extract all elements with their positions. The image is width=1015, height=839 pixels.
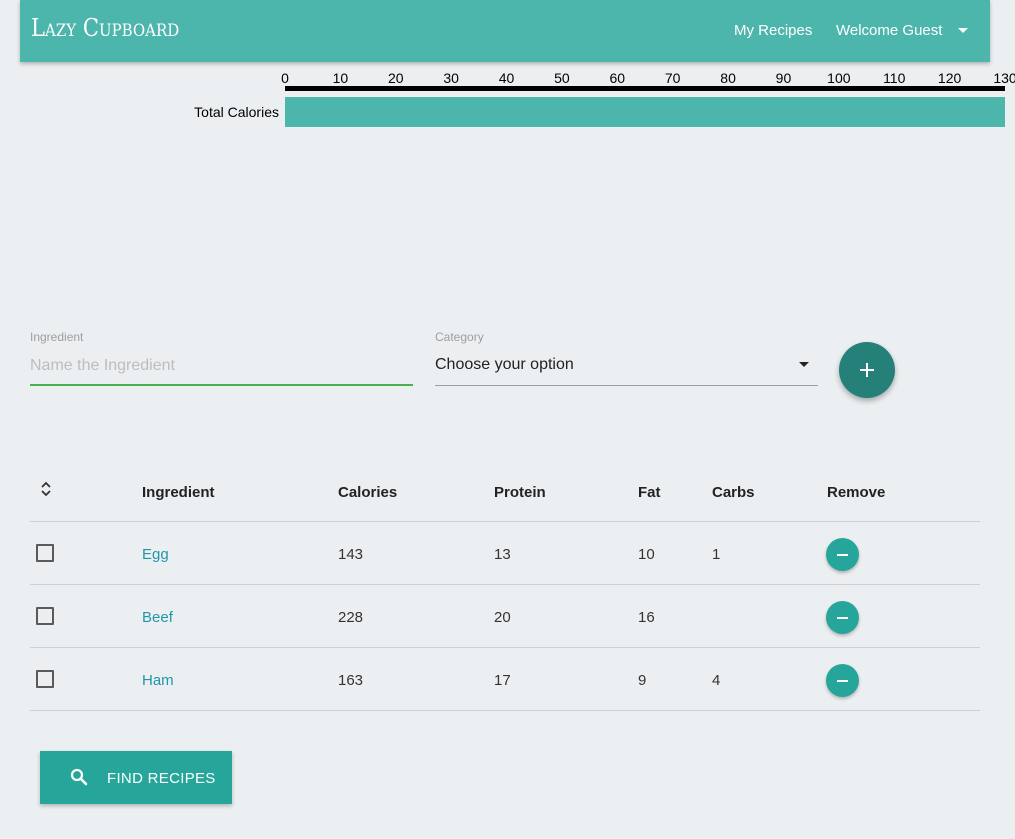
x-tick-label: 90: [776, 70, 792, 86]
row-checkbox[interactable]: [36, 544, 54, 562]
welcome-user-dropdown[interactable]: Welcome Guest: [836, 22, 942, 39]
header-remove: Remove: [827, 484, 886, 501]
x-tick-label: 0: [281, 70, 289, 86]
x-tick-label: 30: [443, 70, 459, 86]
search-icon: [70, 768, 88, 786]
x-tick-label: 130: [993, 70, 1015, 86]
header-protein: Protein: [494, 484, 546, 501]
x-tick-label: 20: [388, 70, 404, 86]
ingredient-label: Ingredient: [30, 330, 84, 344]
my-recipes-link[interactable]: My Recipes: [734, 22, 812, 39]
remove-button[interactable]: [826, 664, 859, 697]
protein-cell: 20: [494, 609, 511, 626]
row-checkbox[interactable]: [36, 607, 54, 625]
x-tick-label: 40: [499, 70, 515, 86]
x-tick-label: 100: [827, 70, 851, 86]
table-row: Egg 143 13 10 1: [30, 522, 980, 585]
minus-icon: [837, 680, 848, 682]
header-carbs: Carbs: [712, 484, 755, 501]
calories-cell: 143: [338, 546, 364, 563]
x-tick-label: 80: [720, 70, 736, 86]
header-ingredient: Ingredient: [142, 484, 215, 501]
find-recipes-label: FIND RECIPES: [107, 770, 216, 787]
x-tick-label: 70: [665, 70, 681, 86]
protein-cell: 13: [494, 546, 511, 563]
minus-icon: [837, 617, 848, 619]
caret-down-icon[interactable]: [958, 28, 968, 33]
row-checkbox[interactable]: [36, 670, 54, 688]
ingredient-link[interactable]: Ham: [142, 672, 174, 689]
category-select-value: Choose your option: [435, 356, 574, 373]
fat-cell: 16: [638, 609, 655, 626]
ingredient-link[interactable]: Beef: [142, 609, 173, 626]
collapse-icon[interactable]: [40, 480, 52, 498]
x-tick-label: 120: [938, 70, 962, 86]
calories-cell: 163: [338, 672, 364, 689]
x-tick-label: 10: [333, 70, 349, 86]
remove-button[interactable]: [826, 538, 859, 571]
protein-cell: 17: [494, 672, 511, 689]
find-recipes-button[interactable]: FIND RECIPES: [40, 751, 232, 804]
fat-cell: 10: [638, 546, 655, 563]
x-tick-label: 110: [883, 70, 906, 86]
ingredients-table: Ingredient Calories Protein Fat Carbs Re…: [30, 460, 980, 711]
bar-total-calories: [285, 97, 1005, 127]
add-ingredient-button[interactable]: [839, 342, 895, 398]
calories-chart: 0 10 20 30 40 50 60 70 80 90 100 110 120 130 Total Cal…: [0, 62, 1015, 132]
table-header: Ingredient Calories Protein Fat Carbs Re…: [30, 460, 980, 522]
ingredient-link[interactable]: Egg: [142, 546, 169, 563]
table-row: Ham 163 17 9 4: [30, 648, 980, 711]
fat-cell: 9: [638, 672, 647, 689]
minus-icon: [837, 554, 848, 556]
header-calories: Calories: [338, 484, 398, 501]
ingredient-input[interactable]: [30, 348, 413, 386]
category-label: Category: [435, 330, 484, 344]
carbs-cell: 1: [712, 546, 721, 563]
x-tick-label: 60: [610, 70, 626, 86]
navbar: Lazy Cupboard My Recipes Welcome Guest: [20, 0, 990, 62]
brand-logo[interactable]: Lazy Cupboard: [31, 14, 179, 42]
calories-chart-svg: 0 10 20 30 40 50 60 70 80 90 100 110 120 130 Total Cal…: [194, 70, 1015, 127]
header-fat: Fat: [638, 484, 661, 501]
remove-button[interactable]: [826, 601, 859, 634]
category-select[interactable]: Choose your option: [435, 348, 818, 386]
category-label: Total Calories: [194, 104, 279, 120]
x-axis-line: [285, 86, 1005, 91]
x-tick-label: 50: [554, 70, 570, 86]
table-row: Beef 228 20 16: [30, 585, 980, 648]
plus-icon: [860, 363, 874, 377]
calories-cell: 228: [338, 609, 364, 626]
carbs-cell: 4: [712, 672, 721, 689]
dropdown-caret-icon: [799, 362, 809, 367]
